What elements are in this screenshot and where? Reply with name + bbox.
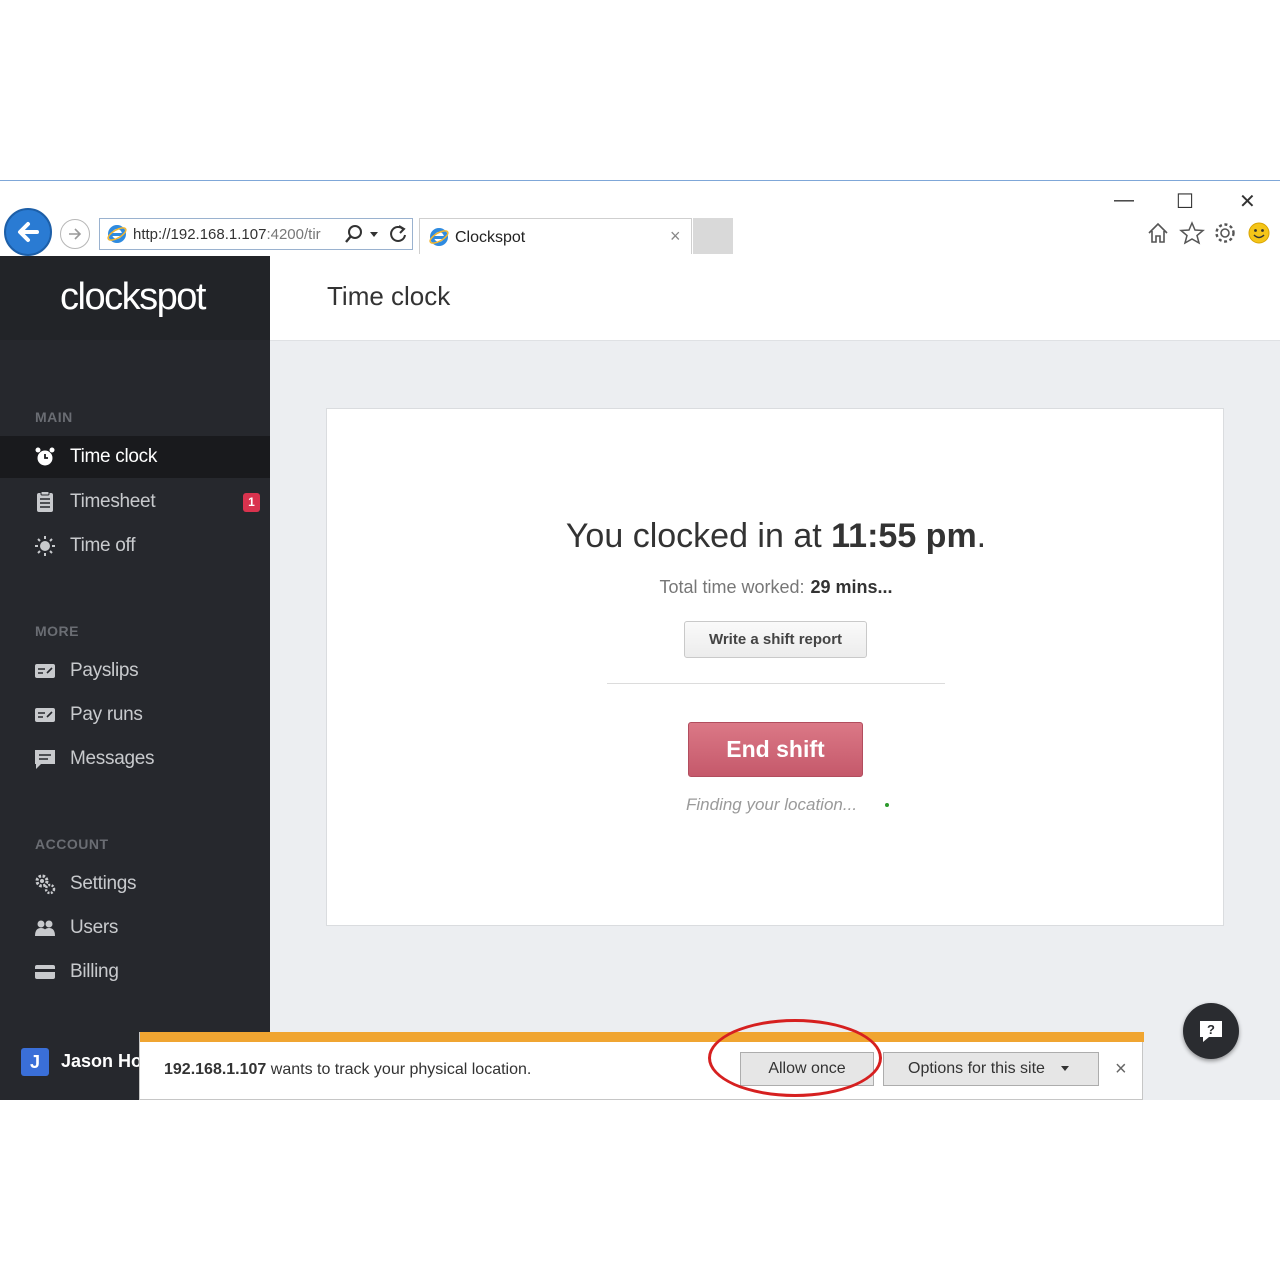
forward-button[interactable] [60,219,90,249]
sidebar-item-settings[interactable]: Settings [0,863,270,905]
page-title: Time clock [327,281,451,311]
url-path: :4200/tir [266,226,321,243]
site-options-label: Options for this site [908,1060,1045,1077]
write-shift-report-button[interactable]: Write a shift report [684,621,867,658]
notification-accent [140,1032,1144,1042]
alarm-clock-icon [35,447,55,466]
sidebar-item-label: Settings [70,873,137,894]
sidebar-item-label: Messages [70,748,155,769]
sidebar: clockspot MAIN Time clock Timesheet 1 Ti… [0,256,270,1100]
tab-close-icon[interactable]: × [670,226,681,247]
clocked-in-time: 11:55 pm [831,517,977,555]
sidebar-item-label: Billing [70,961,119,982]
maximize-button[interactable]: ☐ [1176,189,1194,214]
help-icon: ? [1200,1021,1222,1042]
caret-down-icon [1061,1066,1069,1071]
address-bar[interactable]: http://192.168.1.107:4200/tir [99,218,413,250]
location-status: Finding your location... [686,795,858,814]
sidebar-item-label: Time off [70,535,136,556]
message-icon [35,750,55,769]
arrow-right-icon [69,228,82,240]
url-text[interactable]: http://192.168.1.107:4200/tir [133,226,338,243]
sidebar-item-time-clock[interactable]: Time clock [0,436,270,478]
tab-title: Clockspot [455,229,526,246]
section-label-main: MAIN [35,409,73,425]
permission-host: 192.168.1.107 [164,1061,267,1078]
ie-logo-icon [429,228,449,246]
clocked-in-suffix: . [976,517,987,555]
clocked-in-message: You clocked in at 11:55 pm. [327,517,1225,556]
avatar: J [21,1048,49,1076]
total-time-worked: Total time worked: 29 mins... [327,577,1225,598]
browser-window: http://192.168.1.107:4200/tir Clockspot … [0,180,1280,1100]
location-permission-bar: 192.168.1.107 wants to track your physic… [139,1032,1144,1100]
section-label-more: MORE [35,623,79,639]
total-time-label: Total time worked: [659,577,805,597]
sidebar-item-label: Timesheet [70,491,156,512]
clockspot-logo[interactable]: clockspot [60,276,206,319]
total-time-value: 29 mins... [810,577,893,597]
smiley-feedback-icon[interactable] [1247,221,1271,245]
sidebar-item-label: Pay runs [70,704,143,725]
payslip-icon [35,664,55,678]
minimize-button[interactable]: — [1114,189,1134,212]
sidebar-item-time-off[interactable]: Time off [0,525,270,567]
chevron-down-icon[interactable] [369,231,379,239]
pay-runs-icon [35,708,55,722]
browser-tab[interactable]: Clockspot × [419,218,692,254]
sidebar-item-billing[interactable]: Billing [0,951,270,993]
clocked-in-prefix: You clocked in at [565,517,832,555]
ie-logo-icon [107,225,127,243]
credit-card-icon [35,965,55,979]
users-icon [35,920,55,936]
loading-indicator [885,803,889,807]
site-options-dropdown[interactable]: Options for this site [883,1052,1099,1086]
back-button[interactable] [4,208,52,256]
browser-toolbar: http://192.168.1.107:4200/tir Clockspot … [0,181,1280,256]
url-host: http://192.168.1.107 [133,226,267,243]
svg-text:?: ? [1207,1022,1215,1037]
end-shift-button[interactable]: End shift [688,722,863,777]
notification-close-icon[interactable]: × [1115,1058,1127,1081]
divider [607,683,945,684]
search-icon[interactable] [344,224,364,244]
sidebar-item-label: Payslips [70,660,139,681]
star-icon[interactable] [1179,221,1205,245]
home-icon[interactable] [1146,221,1170,245]
highlight-circle [708,1019,882,1097]
window-close-button[interactable]: ✕ [1239,189,1256,214]
arrow-left-icon [18,222,39,242]
permission-message: 192.168.1.107 wants to track your physic… [164,1061,531,1079]
sidebar-item-timesheet[interactable]: Timesheet 1 [0,481,270,523]
time-clock-card: You clocked in at 11:55 pm. Total time w… [326,408,1224,926]
sidebar-item-pay-runs[interactable]: Pay runs [0,694,270,736]
gear-icon[interactable] [1213,221,1237,245]
user-name: Jason Ho [61,1051,143,1071]
gears-icon [35,874,56,895]
help-chat-button[interactable]: ? [1183,1003,1239,1059]
sidebar-item-label: Time clock [70,446,158,467]
sidebar-item-payslips[interactable]: Payslips [0,650,270,692]
sun-icon [35,536,55,556]
page-header: Time clock [270,256,1280,341]
section-label-account: ACCOUNT [35,836,109,852]
clipboard-icon [37,491,53,512]
timesheet-count-badge: 1 [243,493,260,512]
main-content: Time clock You clocked in at 11:55 pm. T… [270,256,1280,1100]
sidebar-item-label: Users [70,917,119,938]
sidebar-item-users[interactable]: Users [0,907,270,949]
refresh-icon[interactable] [388,224,408,244]
sidebar-item-messages[interactable]: Messages [0,738,270,780]
permission-text: wants to track your physical location. [266,1061,532,1078]
new-tab-button[interactable] [693,218,733,254]
